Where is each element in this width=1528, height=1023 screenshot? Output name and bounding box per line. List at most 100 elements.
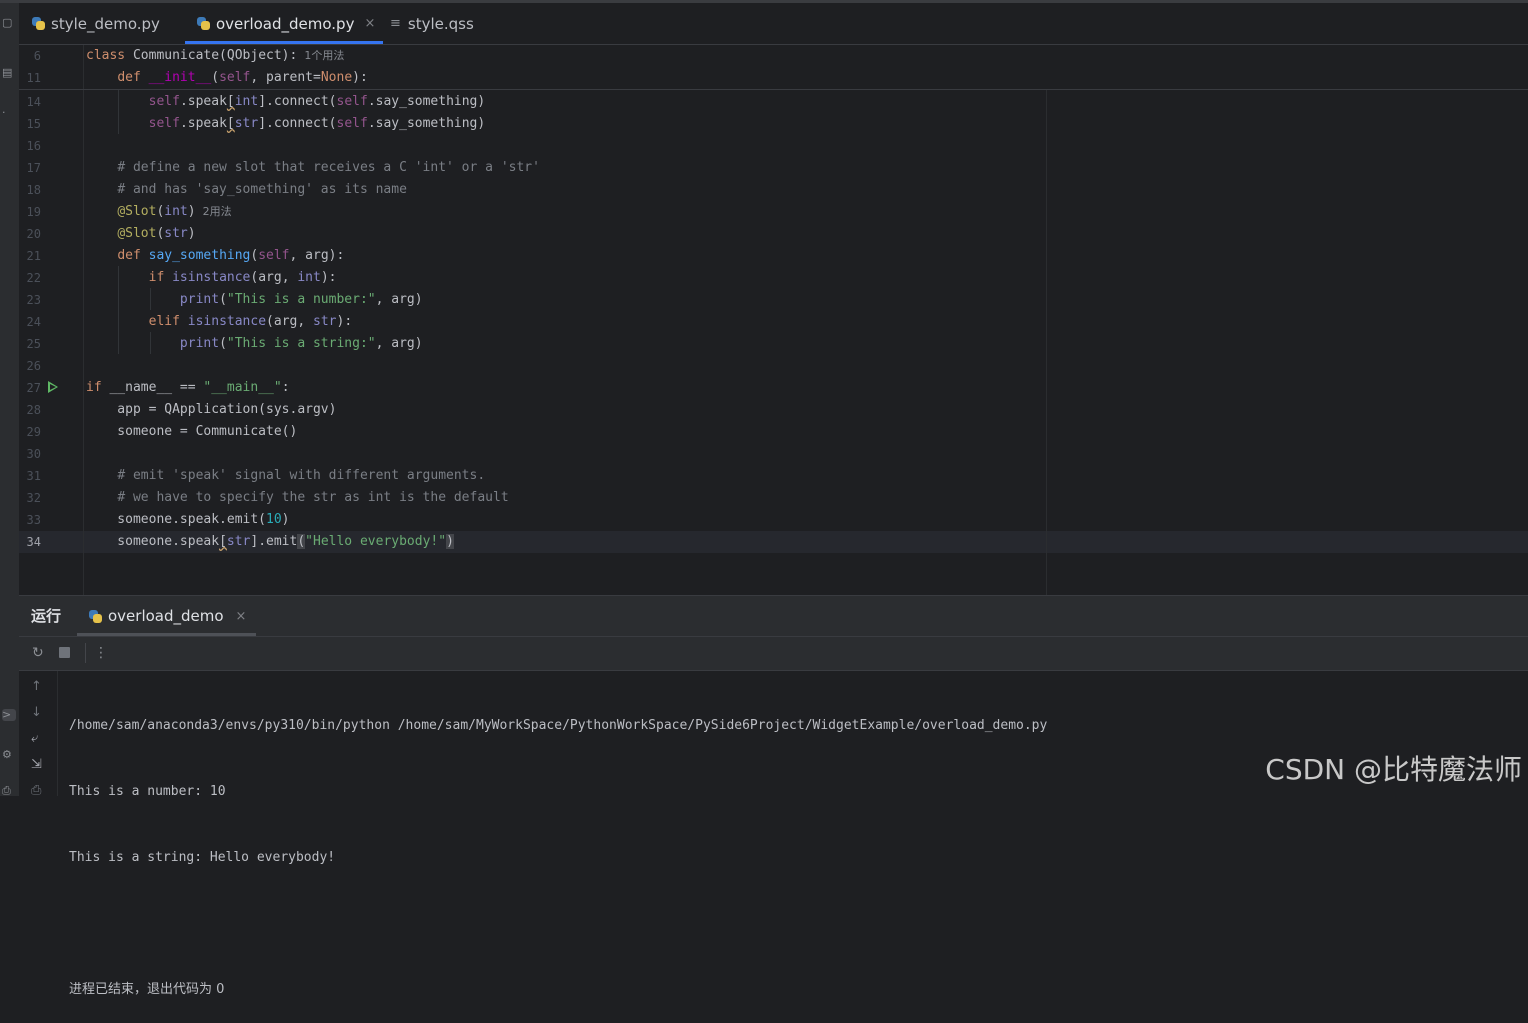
code-line[interactable]: 25 print("This is a string:", arg) xyxy=(19,333,1528,355)
code-token: class xyxy=(86,48,133,63)
line-number: 24 xyxy=(26,315,41,329)
code-text: # and has 'say_something' as its name xyxy=(86,179,407,201)
code-text: class Communicate(QObject): 1个用法 xyxy=(86,45,344,67)
code-token: ) xyxy=(281,512,290,527)
code-token: ( xyxy=(211,70,220,85)
code-line[interactable]: 29 someone = Communicate() xyxy=(19,421,1528,443)
scroll-down-icon[interactable]: ↓ xyxy=(31,705,42,720)
code-line[interactable]: 15 self.speak[str].connect(self.say_some… xyxy=(19,113,1528,135)
code-line[interactable]: 32 # we have to specify the str as int i… xyxy=(19,487,1528,509)
line-number: 19 xyxy=(26,205,41,219)
run-gutter-icon[interactable] xyxy=(48,381,58,393)
python-file-icon xyxy=(89,609,102,623)
python-console-icon[interactable]: ⎙ xyxy=(2,785,14,797)
tab-label: style.qss xyxy=(407,14,474,33)
console-output[interactable]: /home/sam/anaconda3/envs/py310/bin/pytho… xyxy=(69,671,1047,1023)
services-icon[interactable]: ⚙ xyxy=(2,749,14,761)
console-side-tools: ↑ ↓ ⤶ ⇲ ⎙ xyxy=(19,671,58,798)
project-icon[interactable]: ▢ xyxy=(2,17,14,29)
more-options-icon[interactable]: ⋮ xyxy=(94,645,108,661)
line-number: 25 xyxy=(26,337,41,351)
more-dots-icon[interactable]: · xyxy=(2,107,14,119)
code-line[interactable]: 23 print("This is a number:", arg) xyxy=(19,289,1528,311)
toolbar-separator xyxy=(85,643,86,663)
code-token: @Slot xyxy=(117,226,157,241)
code-token: app = QApplication(sys.argv) xyxy=(86,402,337,417)
code-text: self.speak[int].connect(self.say_somethi… xyxy=(86,91,486,113)
code-text: self.speak[str].connect(self.say_somethi… xyxy=(86,113,486,135)
left-tool-strip: ▢ ▤ · > ⚙ ⎙ xyxy=(0,3,20,797)
code-line[interactable]: 24 elif isinstance(arg, str): xyxy=(19,311,1528,333)
code-token: .say_something) xyxy=(367,94,486,109)
structure-icon[interactable]: ▤ xyxy=(2,67,14,79)
code-line[interactable]: 6 class Communicate(QObject): 1个用法 xyxy=(19,45,1528,67)
tab-overload-demo[interactable]: overload_demo.py × xyxy=(185,3,384,44)
code-line[interactable]: 17 # define a new slot that receives a C… xyxy=(19,157,1528,179)
code-token: self xyxy=(148,116,180,131)
code-line[interactable]: 18 # and has 'say_something' as its name xyxy=(19,179,1528,201)
close-run-tab-icon[interactable]: × xyxy=(236,609,247,624)
code-line[interactable]: 16 xyxy=(19,135,1528,157)
code-token: isinstance xyxy=(172,270,251,285)
line-number: 26 xyxy=(26,359,41,373)
scroll-up-icon[interactable]: ↑ xyxy=(31,679,42,694)
scroll-to-end-icon[interactable]: ⇲ xyxy=(31,757,42,772)
code-token: self xyxy=(258,248,290,263)
code-token: someone.speak xyxy=(86,534,220,549)
code-line[interactable]: 31 # emit 'speak' signal with different … xyxy=(19,465,1528,487)
code-token: str xyxy=(164,226,188,241)
console-line: This is a number: 10 xyxy=(69,784,226,799)
rerun-icon[interactable]: ↻ xyxy=(32,645,44,661)
code-token: 10 xyxy=(266,512,282,527)
line-number: 18 xyxy=(26,183,41,197)
line-number: 11 xyxy=(26,71,41,85)
watermark: CSDN @比特魔法师 xyxy=(1265,753,1522,786)
code-line[interactable]: 26 xyxy=(19,355,1528,377)
code-line[interactable]: 33 someone.speak.emit(10) xyxy=(19,509,1528,531)
code-token: None xyxy=(320,70,353,85)
code-token: def xyxy=(117,70,149,85)
code-token: elif xyxy=(148,314,188,329)
code-line[interactable]: 27 if __name__ == "__main__": xyxy=(19,377,1528,399)
code-line[interactable]: 14 self.speak[int].connect(self.say_some… xyxy=(19,91,1528,113)
soft-wrap-icon[interactable]: ⤶ xyxy=(31,731,38,746)
run-panel-title: 运行 xyxy=(31,607,62,625)
code-text: someone.speak.emit(10) xyxy=(86,509,290,531)
tab-style-qss[interactable]: ≡ style.qss xyxy=(390,3,474,44)
code-text: if isinstance(arg, int): xyxy=(86,267,337,289)
code-line[interactable]: 30 xyxy=(19,443,1528,465)
run-config-tab[interactable]: overload_demo × xyxy=(77,596,257,636)
run-tool-icon[interactable]: > xyxy=(2,709,16,721)
code-token: ): xyxy=(336,314,353,329)
code-token: , parent= xyxy=(250,70,321,85)
close-tab-icon[interactable]: × xyxy=(364,16,375,31)
stop-icon[interactable] xyxy=(59,647,70,658)
code-token: 2用法 xyxy=(195,205,232,218)
tab-style-demo[interactable]: style_demo.py xyxy=(32,3,160,44)
line-number: 15 xyxy=(26,117,41,131)
line-number: 17 xyxy=(26,161,41,175)
code-token: ) xyxy=(187,204,196,219)
code-line[interactable]: 20 @Slot(str) xyxy=(19,223,1528,245)
code-token: self xyxy=(148,94,180,109)
python-file-icon xyxy=(32,17,45,30)
code-line[interactable]: 34 someone.speak[str].emit("Hello everyb… xyxy=(19,531,1528,553)
active-run-tab-indicator xyxy=(77,633,257,636)
code-line[interactable]: 19 @Slot(int) 2用法 xyxy=(19,201,1528,223)
code-line[interactable]: 22 if isinstance(arg, int): xyxy=(19,267,1528,289)
code-token: self xyxy=(336,94,368,109)
code-line[interactable]: 21 def say_something(self, arg): xyxy=(19,245,1528,267)
code-token: def xyxy=(117,248,149,263)
code-token: , arg): xyxy=(289,248,345,263)
code-line[interactable]: 28 app = QApplication(sys.argv) xyxy=(19,399,1528,421)
code-text: # emit 'speak' signal with different arg… xyxy=(86,465,485,487)
code-token: "This is a number:" xyxy=(226,292,376,307)
code-line[interactable]: 11 def __init__(self, parent=None): xyxy=(19,67,1528,89)
code-token: "__main__" xyxy=(203,380,282,395)
